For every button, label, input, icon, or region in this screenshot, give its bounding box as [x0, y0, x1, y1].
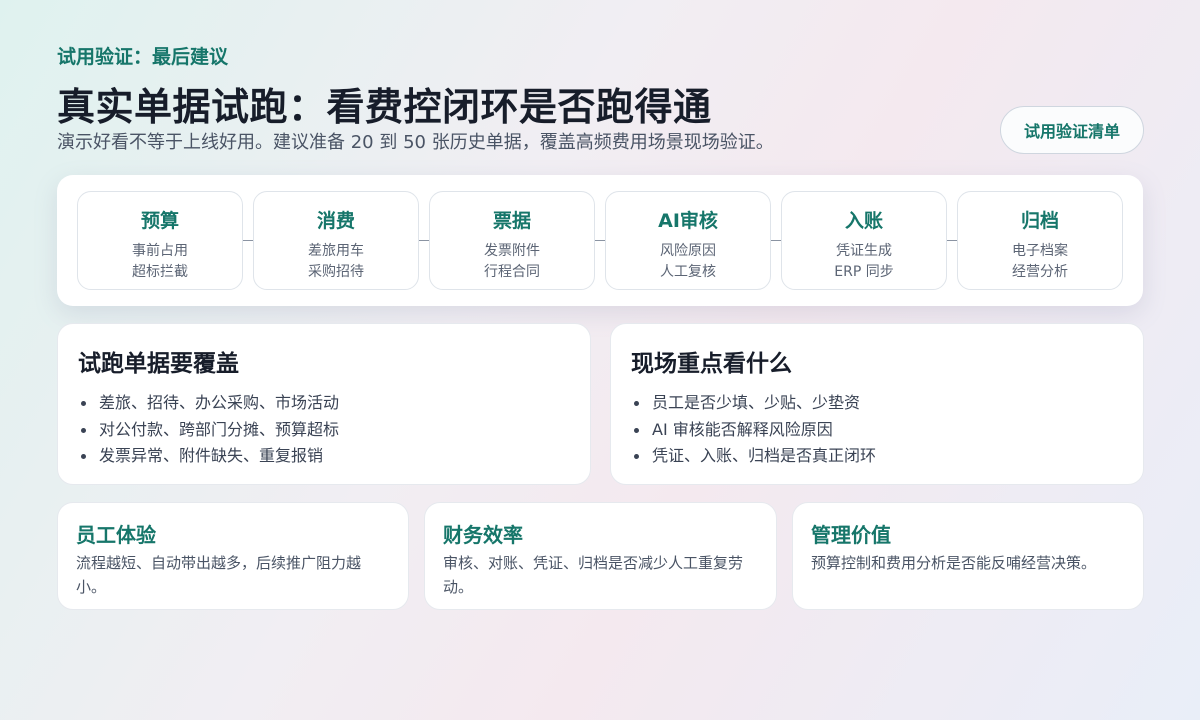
flow-step-consume: 消费 差旅用车 采购招待 — [253, 191, 419, 290]
flow-step-line: 电子档案 — [1012, 243, 1068, 259]
value-card-employee: 员工体验 流程越短、自动带出越多，后续推广阻力越小。 — [57, 502, 409, 610]
value-card-management: 管理价值 预算控制和费用分析是否能反哺经营决策。 — [792, 502, 1144, 610]
value-card-text: 预算控制和费用分析是否能反哺经营决策。 — [811, 554, 1097, 572]
eyebrow-label: 试用验证：最后建议 — [57, 46, 229, 68]
flow-step-line: 事前占用 — [132, 243, 188, 259]
flow-step-line: 凭证生成 — [836, 243, 892, 259]
checklist-button[interactable]: 试用验证清单 — [1000, 106, 1144, 154]
focus-list: 员工是否少填、少贴、少垫资 AI 审核能否解释风险原因 凭证、入账、归档是否真正… — [633, 390, 876, 470]
list-item: 差旅、招待、办公采购、市场活动 — [80, 390, 339, 417]
flow-step-line: 差旅用车 — [308, 243, 364, 259]
coverage-card-title: 试跑单据要覆盖 — [78, 351, 239, 377]
focus-card: 现场重点看什么 员工是否少填、少贴、少垫资 AI 审核能否解释风险原因 凭证、入… — [610, 323, 1144, 485]
coverage-card: 试跑单据要覆盖 差旅、招待、办公采购、市场活动 对公付款、跨部门分摊、预算超标 … — [57, 323, 591, 485]
value-card-text: 流程越短、自动带出越多，后续推广阻力越小。 — [76, 554, 362, 596]
value-card-finance: 财务效率 审核、对账、凭证、归档是否减少人工重复劳动。 — [424, 502, 777, 610]
coverage-list: 差旅、招待、办公采购、市场活动 对公付款、跨部门分摊、预算超标 发票异常、附件缺… — [80, 390, 339, 470]
flow-step-line: 行程合同 — [484, 264, 540, 280]
flow-step-line: ERP 同步 — [834, 264, 894, 280]
flow-step-name: AI审核 — [658, 210, 718, 232]
flow-step-budget: 预算 事前占用 超标拦截 — [77, 191, 243, 290]
flow-step-line: 超标拦截 — [132, 264, 188, 280]
flow-step-line: 发票附件 — [484, 243, 540, 259]
flow-step-name: 入账 — [844, 210, 883, 232]
value-card-title: 管理价值 — [811, 523, 891, 547]
focus-card-title: 现场重点看什么 — [631, 351, 792, 377]
flow-step-name: 消费 — [316, 210, 355, 232]
flow-step-line: 风险原因 — [660, 243, 716, 259]
flow-step-line: 人工复核 — [660, 264, 716, 280]
flow-step-name: 预算 — [140, 210, 179, 232]
flow-step-posting: 入账 凭证生成 ERP 同步 — [781, 191, 947, 290]
flow-step-receipts: 票据 发票附件 行程合同 — [429, 191, 595, 290]
list-item: AI 审核能否解释风险原因 — [633, 417, 876, 444]
flow-step-name: 归档 — [1020, 210, 1059, 232]
process-flow-panel: 预算 事前占用 超标拦截 消费 差旅用车 采购招待 票据 发票附件 行程合同 A… — [57, 175, 1143, 306]
flow-step-line: 采购招待 — [308, 264, 364, 280]
value-card-text: 审核、对账、凭证、归档是否减少人工重复劳动。 — [443, 554, 744, 596]
flow-step-ai-review: AI审核 风险原因 人工复核 — [605, 191, 771, 290]
list-item: 发票异常、附件缺失、重复报销 — [80, 443, 339, 470]
list-item: 对公付款、跨部门分摊、预算超标 — [80, 417, 339, 444]
flow-step-name: 票据 — [492, 210, 531, 232]
flow-step-archive: 归档 电子档案 经营分析 — [957, 191, 1123, 290]
list-item: 凭证、入账、归档是否真正闭环 — [633, 443, 876, 470]
page-subtitle: 演示好看不等于上线好用。建议准备 20 到 50 张历史单据，覆盖高频费用场景现… — [57, 132, 774, 153]
page-title: 真实单据试跑：看费控闭环是否跑得通 — [57, 85, 712, 129]
list-item: 员工是否少填、少贴、少垫资 — [633, 390, 876, 417]
value-card-title: 员工体验 — [76, 523, 156, 547]
flow-step-line: 经营分析 — [1012, 264, 1068, 280]
value-card-title: 财务效率 — [443, 523, 523, 547]
